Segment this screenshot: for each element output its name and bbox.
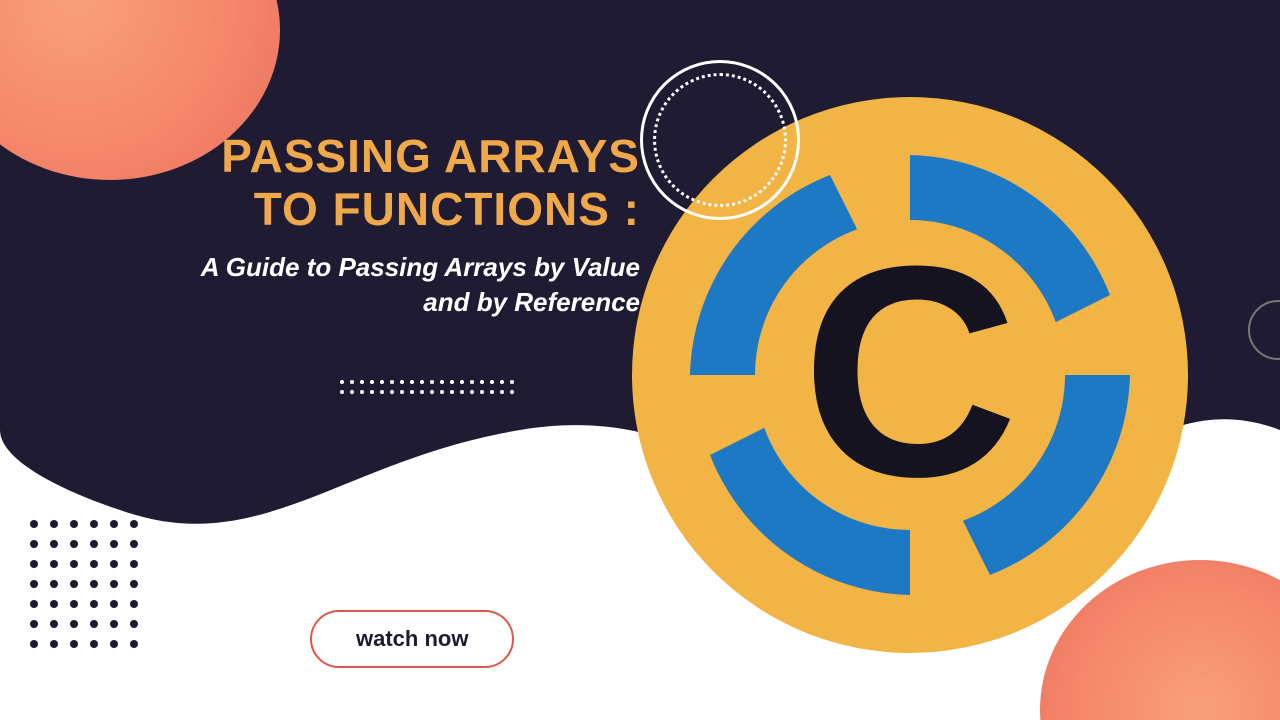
headline-block: PASSING ARRAYS TO FUNCTIONS : A Guide to… [160, 130, 640, 320]
dot-grid-decoration [30, 520, 138, 648]
dotted-divider [340, 380, 514, 394]
logo-letter: C [802, 203, 1019, 539]
title-line-2: TO FUNCTIONS : [254, 183, 640, 235]
watch-now-button[interactable]: watch now [310, 610, 514, 668]
title: PASSING ARRAYS TO FUNCTIONS : [160, 130, 640, 236]
title-line-1: PASSING ARRAYS [221, 130, 640, 182]
thumbnail-canvas: PASSING ARRAYS TO FUNCTIONS : A Guide to… [0, 0, 1280, 720]
subtitle: A Guide to Passing Arrays by Value and b… [160, 250, 640, 320]
decorative-dotted-circle-icon [640, 60, 800, 220]
